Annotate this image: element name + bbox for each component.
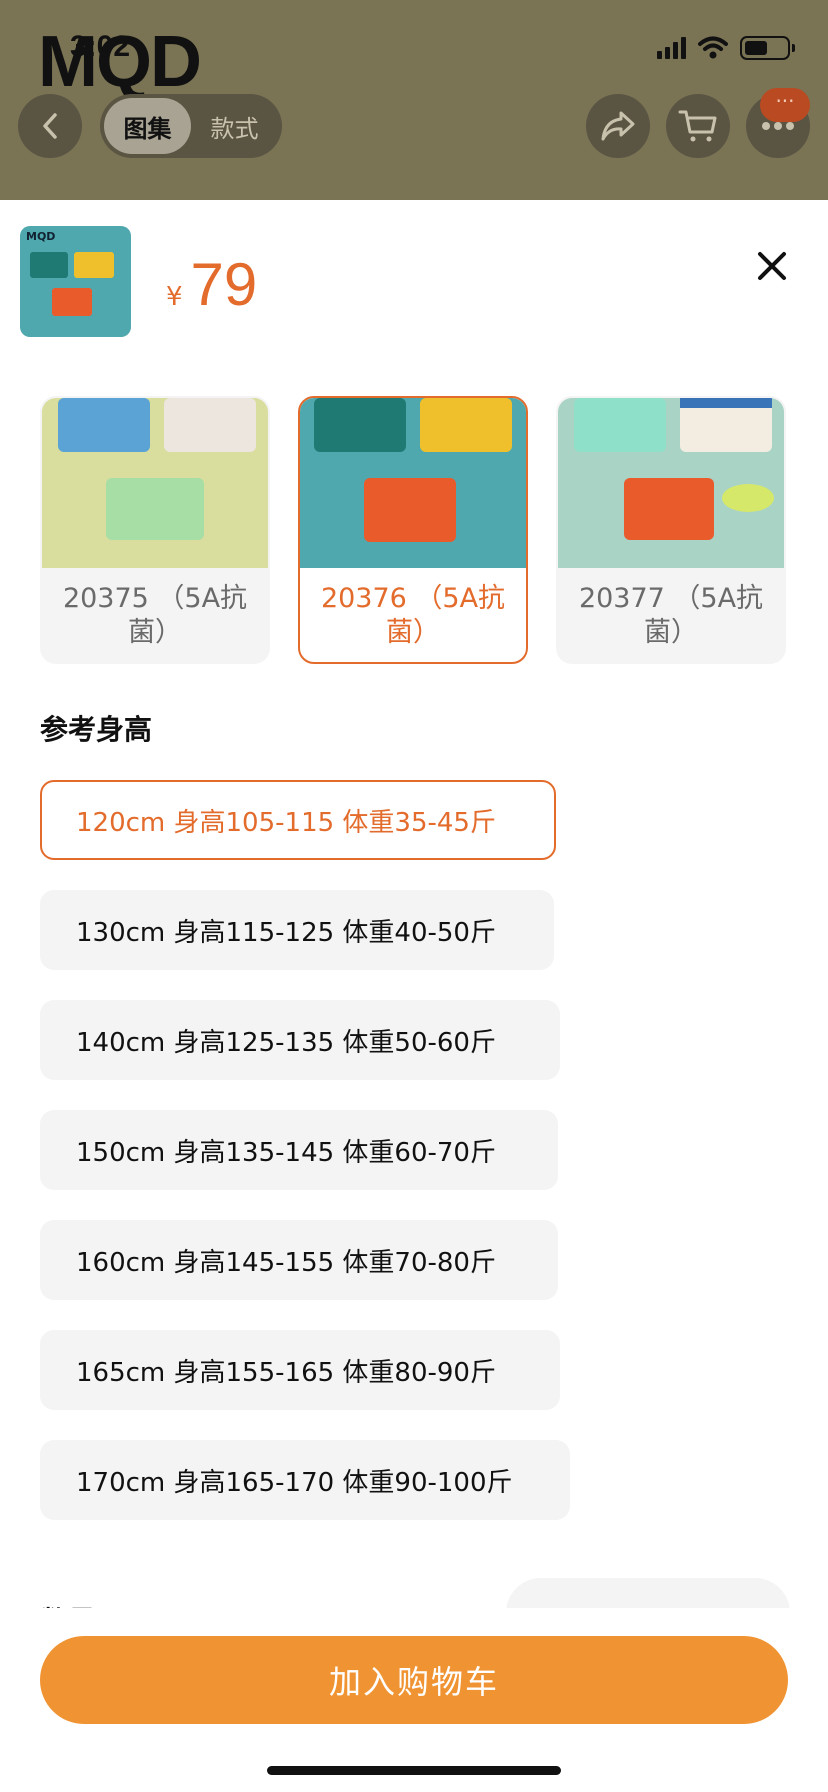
tab-gallery[interactable]: 图集	[104, 98, 191, 154]
cart-button[interactable]	[666, 94, 730, 158]
tab-style[interactable]: 款式	[191, 98, 278, 154]
variant-image-art	[574, 398, 774, 540]
variant-list: 20375 （5A抗菌） 20376 （5A抗菌） 20377 （5A抗菌）	[40, 396, 800, 666]
variant-label: 20375 （5A抗菌）	[62, 583, 248, 648]
status-time: 3:02	[70, 30, 131, 63]
thumbnail-brand: MQD	[26, 230, 56, 243]
variant-image-art	[314, 398, 512, 542]
price-amount: 79	[190, 251, 258, 318]
product-thumbnail: MQD	[20, 226, 131, 337]
size-option-selected[interactable]: 120cm 身高105-115 体重35-45斤	[40, 780, 556, 860]
share-icon	[601, 111, 635, 141]
sku-selector-sheet: MQD ¥ 79 20375 （5A抗菌） 20376 （5A抗菌） 20377…	[0, 200, 828, 1792]
add-to-cart-button[interactable]: 加入购物车	[40, 1636, 788, 1724]
more-icon	[762, 122, 794, 130]
status-icons	[657, 36, 795, 60]
background-page: MQD 3:02 图集 款式 ···	[0, 0, 828, 200]
cart-icon	[678, 110, 717, 142]
size-option[interactable]: 150cm 身高135-145 体重60-70斤	[40, 1110, 558, 1190]
price: ¥ 79	[166, 250, 257, 319]
size-option[interactable]: 140cm 身高125-135 体重50-60斤	[40, 1000, 560, 1080]
wifi-icon	[698, 36, 728, 59]
variant-image	[558, 398, 784, 568]
size-option[interactable]: 160cm 身高145-155 体重70-80斤	[40, 1220, 558, 1300]
size-option[interactable]: 165cm 身高155-165 体重80-90斤	[40, 1330, 560, 1410]
variant-image	[42, 398, 268, 568]
size-section-title: 参考身高	[40, 713, 153, 746]
signal-icon	[657, 37, 686, 59]
share-button[interactable]	[586, 94, 650, 158]
home-indicator	[267, 1766, 561, 1775]
gallery-style-toggle[interactable]: 图集 款式	[100, 94, 282, 158]
variant-image-art	[58, 398, 256, 540]
variant-label: 20376 （5A抗菌）	[320, 583, 506, 648]
variant-option[interactable]: 20375 （5A抗菌）	[40, 396, 270, 664]
battery-icon	[740, 36, 795, 60]
size-option[interactable]: 130cm 身高115-125 体重40-50斤	[40, 890, 554, 970]
notification-badge: ···	[760, 88, 810, 122]
variant-label: 20377 （5A抗菌）	[578, 583, 764, 648]
price-currency: ¥	[166, 282, 183, 312]
variant-option[interactable]: 20377 （5A抗菌）	[556, 396, 786, 664]
variant-option-selected[interactable]: 20376 （5A抗菌）	[298, 396, 528, 664]
sheet-footer: 加入购物车	[0, 1608, 828, 1792]
chevron-left-icon	[43, 113, 57, 139]
back-button[interactable]	[18, 94, 82, 158]
variant-image	[300, 398, 526, 568]
size-option[interactable]: 170cm 身高165-170 体重90-100斤	[40, 1440, 570, 1520]
close-icon[interactable]	[752, 246, 792, 286]
